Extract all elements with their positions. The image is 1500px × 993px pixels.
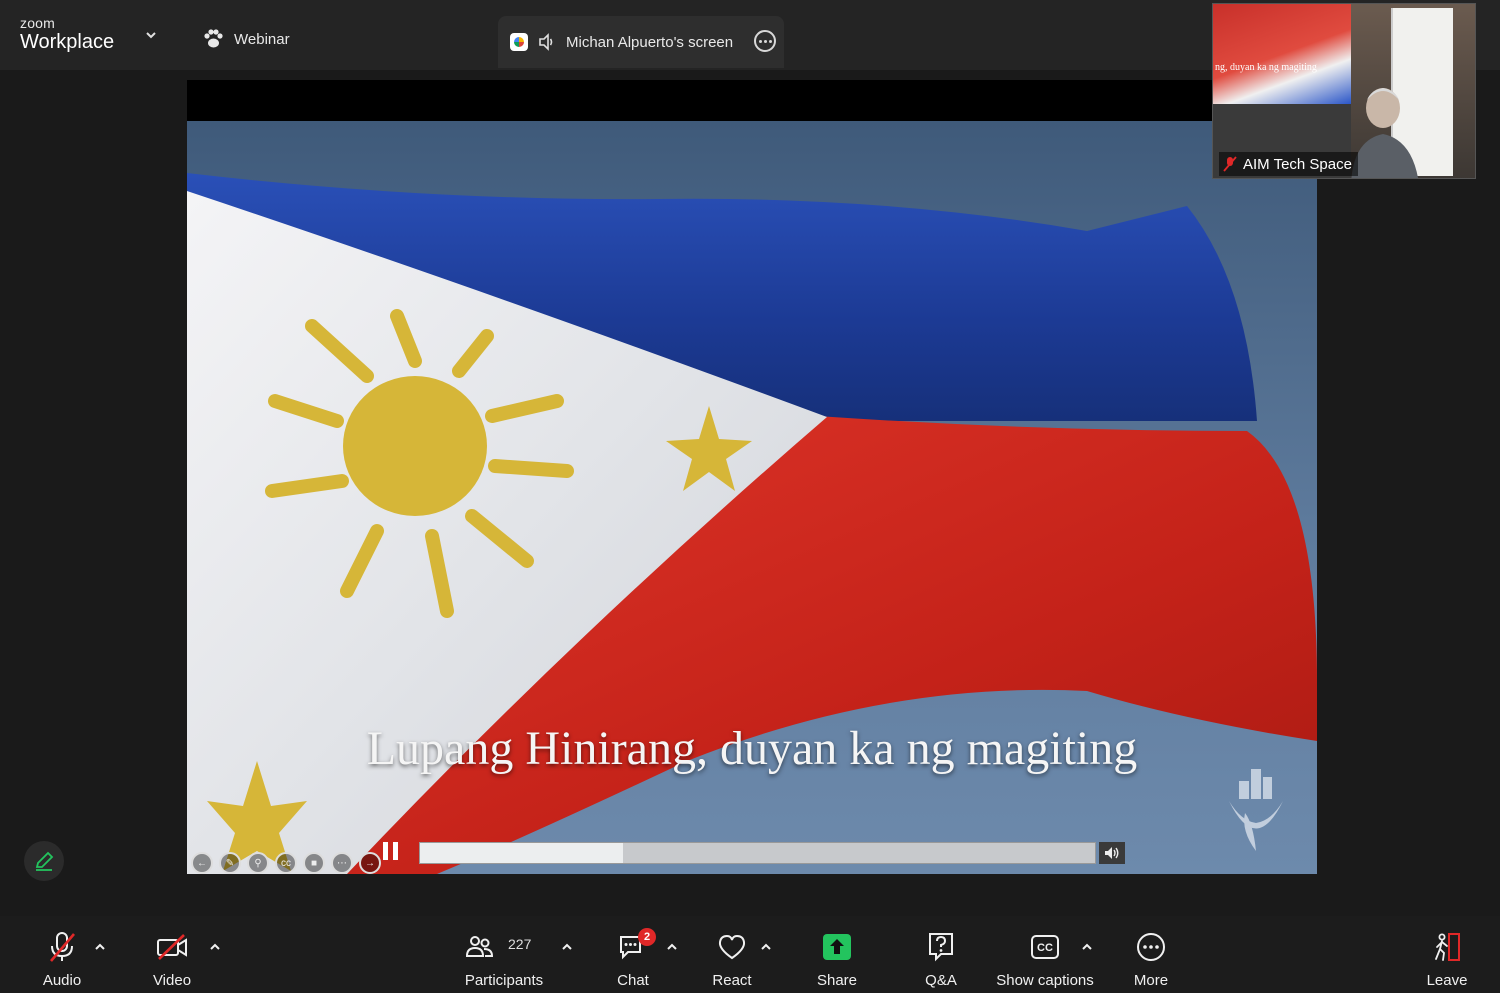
lyric-subtitle: Lupang Hinirang, duyan ka ng magiting (366, 722, 1138, 775)
video-label: Video (152, 972, 192, 989)
show-captions-button[interactable]: CC Show captions (994, 916, 1096, 993)
audio-button[interactable]: Audio (38, 916, 86, 993)
webinar-label: Webinar (234, 30, 290, 48)
volume-icon[interactable] (1099, 842, 1125, 864)
video-progress-bar[interactable] (419, 842, 1096, 864)
thumbnail-participant-name: AIM Tech Space (1243, 155, 1352, 173)
muted-mic-icon (1223, 156, 1237, 172)
more-icon (1137, 933, 1165, 961)
meeting-toolbar: Audio Video 227 Participants 2 Chat Reac… (0, 916, 1500, 993)
next-icon[interactable]: → (359, 852, 381, 874)
react-options-caret-icon[interactable] (759, 940, 773, 954)
aim-tech-watermark-icon (1229, 769, 1283, 851)
pause-icon[interactable] (383, 842, 399, 860)
thumbnail-slide-image: ng, duyan ka ng magiting (1213, 4, 1351, 104)
video-off-icon (157, 934, 187, 960)
captions-options-caret-icon[interactable] (1080, 940, 1094, 954)
leave-label: Leave (1426, 972, 1468, 989)
muted-microphone-icon (50, 932, 75, 962)
camera-icon[interactable]: ■ (303, 852, 325, 874)
webinar-indicator: Webinar (202, 28, 290, 50)
heart-icon (718, 934, 746, 960)
share-screen-icon (823, 934, 851, 960)
share-options-icon[interactable] (754, 30, 776, 52)
video-options-caret-icon[interactable] (208, 940, 222, 954)
leave-button[interactable]: Leave (1424, 916, 1470, 993)
zoom-workplace-logo[interactable]: zoom Workplace (20, 16, 114, 52)
pen-icon[interactable]: ✎ (219, 852, 241, 874)
thumbnail-name-tag: AIM Tech Space (1219, 152, 1358, 176)
qa-label: Q&A (925, 972, 957, 989)
chat-options-caret-icon[interactable] (665, 940, 679, 954)
logo-workplace-text: Workplace (20, 31, 115, 53)
subtitles-icon[interactable]: cc (275, 852, 297, 874)
react-button[interactable]: React (708, 916, 756, 993)
share-button[interactable]: Share (812, 916, 862, 993)
svg-text:CC: CC (1037, 942, 1053, 954)
paw-icon (204, 29, 223, 48)
shared-app-icon (510, 33, 528, 51)
chat-unread-badge: 2 (638, 928, 656, 946)
show-captions-label: Show captions (996, 972, 1094, 989)
participants-options-caret-icon[interactable] (560, 940, 574, 954)
react-label: React (712, 972, 752, 989)
more-button[interactable]: More (1128, 916, 1174, 993)
participants-count: 227 (508, 936, 532, 952)
share-title: Michan Alpuerto's screen (566, 33, 734, 51)
participants-label: Participants (464, 972, 544, 989)
qa-button[interactable]: Q&A (918, 916, 964, 993)
video-progress-fill (420, 843, 623, 863)
participant-video-thumbnail[interactable]: ng, duyan ka ng magiting AIM Tech Space (1212, 3, 1476, 179)
logo-zoom-text: zoom (20, 15, 56, 31)
closed-captions-icon: CC (1031, 935, 1059, 959)
speaker-icon[interactable] (538, 33, 556, 51)
chat-button[interactable]: 2 Chat (610, 916, 656, 993)
zoom-icon[interactable]: ⚲ (247, 852, 269, 874)
slideshow-controls: ← ✎ ⚲ cc ■ ⋯ → (191, 852, 381, 874)
participants-icon (466, 936, 494, 957)
shared-video[interactable]: Lupang Hinirang, duyan ka ng magiting ← … (187, 121, 1317, 874)
chat-label: Chat (617, 972, 649, 989)
share-label: Share (816, 972, 858, 989)
audio-options-caret-icon[interactable] (93, 940, 107, 954)
more-options-icon[interactable]: ⋯ (331, 852, 353, 874)
audio-label: Audio (42, 972, 82, 989)
more-label: More (1133, 972, 1169, 989)
screen-share-indicator[interactable]: Michan Alpuerto's screen (498, 16, 784, 68)
leave-door-icon (1435, 933, 1460, 961)
previous-icon[interactable]: ← (191, 852, 213, 874)
video-control-bar: ← ✎ ⚲ cc ■ ⋯ → (187, 828, 1127, 874)
video-button[interactable]: Video (148, 916, 196, 993)
chevron-down-icon[interactable] (144, 28, 158, 42)
participants-button[interactable]: 227 Participants (458, 916, 550, 993)
thumbnail-slide-text: ng, duyan ka ng magiting (1215, 62, 1317, 73)
annotate-pen-icon[interactable] (24, 841, 64, 881)
qa-icon (929, 933, 953, 962)
